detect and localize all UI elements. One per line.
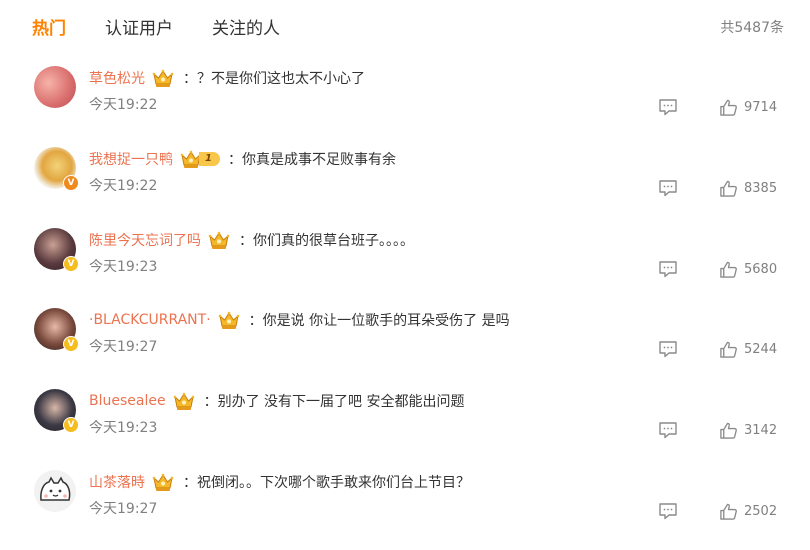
tab-verified-users[interactable]: 认证用户 — [105, 14, 173, 39]
avatar[interactable] — [34, 470, 76, 512]
comment-time: 今天19:22 — [89, 97, 158, 113]
crown-level-badge: 1 — [179, 148, 220, 170]
avatar[interactable]: V — [34, 389, 79, 433]
comment-item: V Bluesealee ： 别办了 没有下一届了吧 安全都能出问题 今天19:… — [0, 389, 810, 469]
comment-text: 你是说 你让一位歌手的耳朵受伤了 是吗 — [262, 313, 510, 329]
like-button[interactable]: 9714 — [719, 97, 777, 117]
verified-badge-icon: V — [63, 256, 79, 272]
colon-separator: ： — [248, 313, 263, 329]
crown-icon — [207, 229, 231, 251]
crown-icon — [151, 67, 175, 89]
username-link[interactable]: ·BLACKCURRANT· — [89, 312, 211, 328]
username-link[interactable]: 陈里今天忘词了吗 — [89, 230, 201, 250]
avatar[interactable] — [34, 66, 76, 108]
like-count: 9714 — [744, 99, 778, 115]
colon-separator: ： — [203, 394, 218, 410]
username-link[interactable]: 山茶落時 — [89, 472, 145, 492]
reply-icon[interactable] — [658, 98, 678, 116]
like-button[interactable]: 5244 — [719, 339, 777, 359]
crown-icon — [151, 471, 175, 493]
thumbs-up-icon — [719, 98, 738, 117]
verified-badge-icon: V — [63, 336, 79, 352]
comment-item: V 陈里今天忘词了吗 ： 你们真的很草台班子。。。。 今天19:23 5680 — [0, 228, 810, 308]
comment-time: 今天19:27 — [89, 501, 158, 517]
like-count: 8385 — [744, 180, 778, 196]
colon-separator: ： — [227, 152, 242, 168]
like-button[interactable]: 8385 — [719, 178, 777, 198]
comment-item: 山茶落時 ： 祝倒闭。。下次哪个歌手敢来你们台上节目？ 今天19:27 2502 — [0, 470, 810, 550]
verified-badge-icon: V — [63, 417, 79, 433]
reply-icon[interactable] — [658, 340, 678, 358]
like-count: 2502 — [744, 503, 778, 519]
comment-text: ？不是你们这也太不小心了 — [197, 71, 365, 87]
comment-text: 你们真的很草台班子。。。。 — [253, 233, 414, 249]
thumbs-up-icon — [719, 421, 738, 440]
level-number: 1 — [199, 152, 220, 166]
colon-separator: ： — [239, 233, 253, 249]
cartoon-cat-icon — [40, 476, 71, 501]
thumbs-up-icon — [719, 179, 738, 198]
tab-following[interactable]: 关注的人 — [212, 14, 280, 39]
total-count: 共5487条 — [720, 20, 784, 36]
comment-item: 草色松光 ： ？不是你们这也太不小心了 今天19:22 9714 — [0, 66, 810, 146]
like-button[interactable]: 3142 — [719, 420, 777, 440]
username-link[interactable]: 草色松光 — [89, 68, 145, 88]
comment-text: 你真是成事不足败事有余 — [241, 152, 396, 168]
comment-item: V 我想捉一只鸭 1 ： 你真是成事不足败事有余 今天19:22 8385 — [0, 147, 810, 227]
reply-icon[interactable] — [658, 260, 678, 278]
thumbs-up-icon — [719, 502, 738, 521]
avatar[interactable]: V — [34, 308, 79, 352]
avatar[interactable]: V — [34, 228, 79, 272]
comment-text: 祝倒闭。。下次哪个歌手敢来你们台上节目？ — [197, 475, 470, 491]
like-count: 3142 — [744, 422, 778, 438]
comment-time: 今天19:23 — [89, 259, 158, 275]
comment-time: 今天19:22 — [89, 178, 158, 194]
reply-icon[interactable] — [658, 179, 678, 197]
comment-text: 别办了 没有下一届了吧 安全都能出问题 — [217, 394, 465, 410]
colon-separator: ： — [183, 475, 197, 491]
thumbs-up-icon — [719, 340, 738, 359]
like-count: 5244 — [744, 341, 778, 357]
username-link[interactable]: Bluesealee — [89, 393, 166, 409]
colon-separator: ： — [183, 71, 197, 87]
tab-hot[interactable]: 热门 — [32, 14, 66, 39]
thumbs-up-icon — [719, 260, 738, 279]
like-count: 5680 — [744, 261, 778, 277]
crown-icon — [217, 309, 241, 331]
reply-icon[interactable] — [658, 502, 678, 520]
comment-time: 今天19:27 — [89, 339, 158, 355]
username-link[interactable]: 我想捉一只鸭 — [89, 149, 173, 169]
crown-icon — [172, 390, 196, 412]
avatar[interactable]: V — [34, 147, 79, 191]
verified-badge-icon: V — [63, 175, 79, 191]
like-button[interactable]: 2502 — [719, 501, 777, 521]
reply-icon[interactable] — [658, 421, 678, 439]
comment-time: 今天19:23 — [89, 420, 158, 436]
comment-tabs: 热门 认证用户 关注的人 共5487条 — [0, 0, 810, 52]
like-button[interactable]: 5680 — [719, 259, 777, 279]
comment-item: V ·BLACKCURRANT· ： 你是说 你让一位歌手的耳朵受伤了 是吗 今… — [0, 308, 810, 388]
